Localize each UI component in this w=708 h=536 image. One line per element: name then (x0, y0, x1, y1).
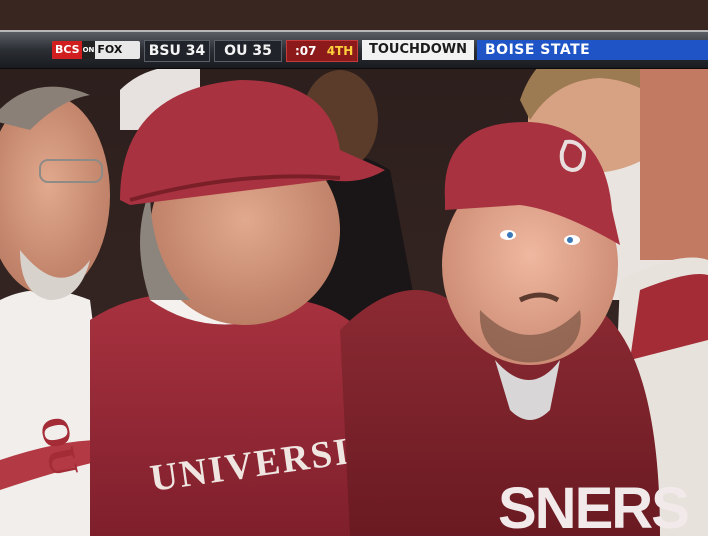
scorebug: BCS ON FOX BSU 34 OU 35 :07 4TH TOUCHDOWN … (0, 30, 708, 69)
right-fan-jersey-text: SNERS (498, 476, 688, 536)
home-team-name: OU (224, 43, 248, 59)
fox-logo-text: FOX (97, 43, 123, 56)
game-clock-box: :07 4TH (286, 40, 358, 62)
on-logo-text: ON (81, 41, 96, 59)
away-team-points: 34 (185, 43, 206, 59)
center-fan-jersey (90, 293, 380, 536)
away-team-name: BSU (148, 43, 181, 59)
event-label: TOUCHDOWN (362, 40, 474, 60)
home-team-score: OU 35 (214, 40, 282, 62)
video-frame: OU UNIVERSITY SNERS BCS ON FOX BSU 34 OU… (0, 0, 708, 536)
network-logo: BCS ON FOX (52, 41, 140, 59)
home-team-points: 35 (252, 43, 272, 59)
game-clock: :07 (295, 44, 317, 58)
away-team-score: BSU 34 (144, 40, 210, 62)
crowd-photo: OU UNIVERSITY SNERS (0, 0, 708, 536)
scoring-team-banner: BOISE STATE (477, 40, 708, 60)
quarter-label: 4TH (326, 44, 354, 58)
bcs-logo-text: BCS (52, 41, 82, 59)
